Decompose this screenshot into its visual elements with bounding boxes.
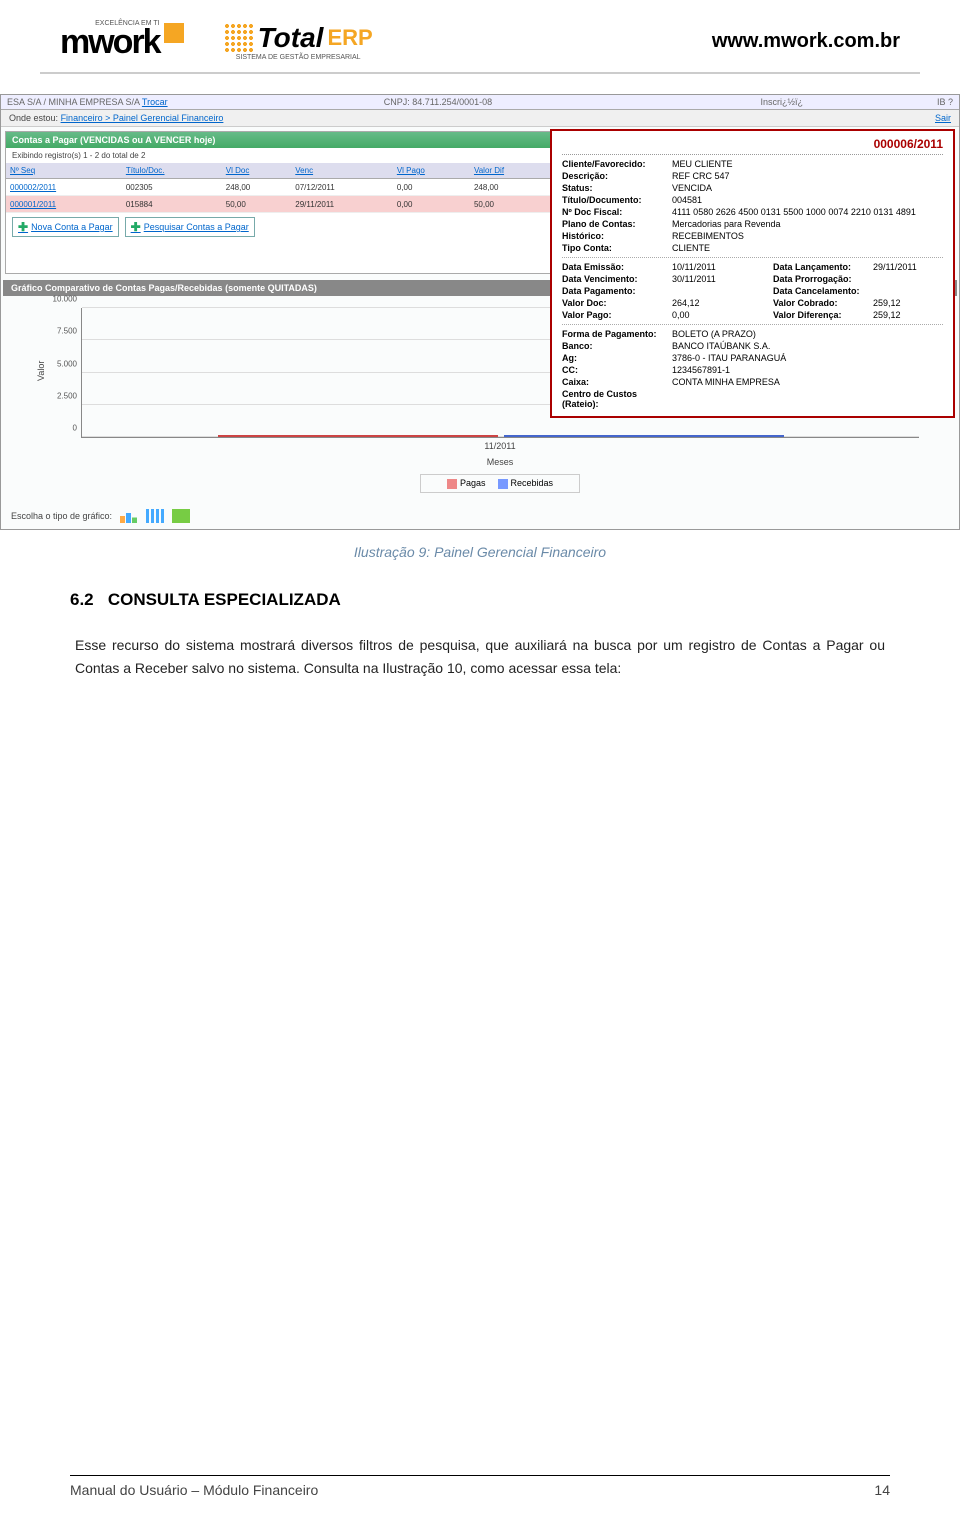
footer-title: Manual do Usuário – Módulo Financeiro <box>70 1482 318 1498</box>
trocar-link[interactable]: Trocar <box>142 97 168 107</box>
tooltip-row: Banco:BANCO ITAÚBANK S.A. <box>562 340 943 352</box>
breadcrumb-path[interactable]: Financeiro > Painel Gerencial Financeiro <box>61 113 224 123</box>
tooltip-row: Título/Documento:004581 <box>562 194 943 206</box>
tooltip-row: Nº Doc Fiscal:4111 0580 2626 4500 0131 5… <box>562 206 943 218</box>
chart-bar-pagas <box>218 435 498 437</box>
legend-label-pagas: Pagas <box>460 478 486 488</box>
y-tick: 7.500 <box>57 327 82 336</box>
cnpj-label: CNPJ: <box>384 97 410 107</box>
header-divider <box>40 72 920 74</box>
tooltip-row: Status:VENCIDA <box>562 182 943 194</box>
logo-totalerp: TotalERP SISTEMA DE GESTÃO EMPRESARIAL <box>224 22 373 61</box>
tooltip-row: CC:1234567891-1 <box>562 364 943 376</box>
tooltip-row: Centro de Custos (Rateio): <box>562 388 943 410</box>
tooltip-title: 000006/2011 <box>562 137 943 155</box>
plus-icon: ✚ <box>131 220 141 234</box>
chart-type-picker: Escolha o tipo de gráfico: <box>1 503 959 529</box>
body-paragraph: Esse recurso do sistema mostrará diverso… <box>75 634 885 682</box>
tooltip-row: Histórico:RECEBIMENTOS <box>562 230 943 242</box>
y-tick: 2.500 <box>57 391 82 400</box>
tooltip-row: Data Pagamento:Data Cancelamento: <box>562 285 943 297</box>
totalerp-subtitle: SISTEMA DE GESTÃO EMPRESARIAL <box>236 54 361 61</box>
sair-link[interactable]: Sair <box>935 113 951 123</box>
tooltip-row: Valor Pago:0,00Valor Diferença:259,12 <box>562 309 943 321</box>
col-header[interactable]: Vl Doc <box>222 163 292 179</box>
company-name: ESA S/A / MINHA EMPRESA S/A <box>7 97 140 107</box>
chart-y-label: Valor <box>36 360 46 380</box>
btn-pesquisar-contas-pagar[interactable]: ✚Pesquisar Contas a Pagar <box>125 217 255 237</box>
col-header[interactable]: Vl Pago <box>393 163 470 179</box>
tooltip-row: Valor Doc:264,12Valor Cobrado:259,12 <box>562 297 943 309</box>
panel-a-count: Exibindo registro(s) 1 - 2 do total de 2 <box>12 151 145 160</box>
erp-screenshot: ESA S/A / MINHA EMPRESA S/A Trocar CNPJ:… <box>0 94 960 530</box>
tooltip-row: Data Emissão:10/11/2011Data Lançamento:2… <box>562 261 943 273</box>
col-header[interactable]: Nº Seq <box>6 163 122 179</box>
totalerp-dots-icon <box>224 23 254 53</box>
chart-type-bar3d-icon[interactable] <box>146 509 164 523</box>
chart-picker-label: Escolha o tipo de gráfico: <box>11 511 112 521</box>
chart-x-tick: 11/2011 <box>81 438 919 454</box>
y-tick: 0 <box>73 424 82 433</box>
tooltip-row: Plano de Contas:Mercadorias para Revenda <box>562 218 943 230</box>
tooltip-row: Data Vencimento:30/11/2011Data Prorrogaç… <box>562 273 943 285</box>
header-url: www.mwork.com.br <box>712 30 900 53</box>
footer-page-number: 14 <box>874 1482 890 1498</box>
chart-bar-recebidas <box>504 435 784 437</box>
legend-label-recebidas: Recebidas <box>511 478 554 488</box>
col-header[interactable]: Título/Doc. <box>122 163 222 179</box>
doc-header: EXCELÊNCIA EM TI mwork TotalERP SISTEMA … <box>0 0 960 72</box>
totalerp-suffix: ERP <box>327 25 372 51</box>
tooltip-row: Ag:3786-0 - ITAU PARANAGUÁ <box>562 352 943 364</box>
plus-icon: ✚ <box>18 220 28 234</box>
breadcrumb: Onde estou: Financeiro > Painel Gerencia… <box>1 110 959 127</box>
tooltip-row: Cliente/Favorecido:MEU CLIENTE <box>562 158 943 170</box>
page-footer: Manual do Usuário – Módulo Financeiro 14 <box>70 1475 890 1498</box>
chart-type-bar-icon[interactable] <box>120 509 138 523</box>
mwork-wordmark: mwork <box>60 23 160 61</box>
tooltip-row: Descrição:REF CRC 547 <box>562 170 943 182</box>
tb-badge: IB ? <box>937 97 953 107</box>
cnpj-value: 84.711.254/0001-08 <box>412 97 492 107</box>
chart-x-label: Meses <box>81 454 919 470</box>
chart-type-area-icon[interactable] <box>172 509 190 523</box>
inscri-label: Inscri¿½ï¿ <box>761 97 804 107</box>
chart-legend: Pagas Recebidas <box>420 474 580 493</box>
btn-nova-conta-pagar[interactable]: ✚Nova Conta a Pagar <box>12 217 119 237</box>
y-tick: 5.000 <box>57 359 82 368</box>
mwork-square-icon <box>164 23 184 43</box>
tooltip-row: Caixa:CONTA MINHA EMPRESA <box>562 376 943 388</box>
record-tooltip: 000006/2011 Cliente/Favorecido:MEU CLIEN… <box>550 129 955 418</box>
col-header[interactable]: Valor Dif <box>470 163 552 179</box>
legend-swatch-recebidas <box>498 479 508 489</box>
y-tick: 10.000 <box>53 295 82 304</box>
breadcrumb-prefix: Onde estou: <box>9 113 58 123</box>
erp-topbar: ESA S/A / MINHA EMPRESA S/A Trocar CNPJ:… <box>1 95 959 110</box>
col-header[interactable]: Venc <box>291 163 393 179</box>
tooltip-row: Tipo Conta:CLIENTE <box>562 242 943 254</box>
totalerp-word: Total <box>258 22 324 54</box>
seq-link[interactable]: 000002/2011 <box>10 183 56 192</box>
tooltip-row: Forma de Pagamento:BOLETO (A PRAZO) <box>562 328 943 340</box>
logo-mwork: EXCELÊNCIA EM TI mwork <box>60 20 184 62</box>
section-heading: 6.2 CONSULTA ESPECIALIZADA <box>70 590 890 610</box>
legend-swatch-pagas <box>447 479 457 489</box>
seq-link[interactable]: 000001/2011 <box>10 200 56 209</box>
figure-caption: Ilustração 9: Painel Gerencial Financeir… <box>0 544 960 560</box>
